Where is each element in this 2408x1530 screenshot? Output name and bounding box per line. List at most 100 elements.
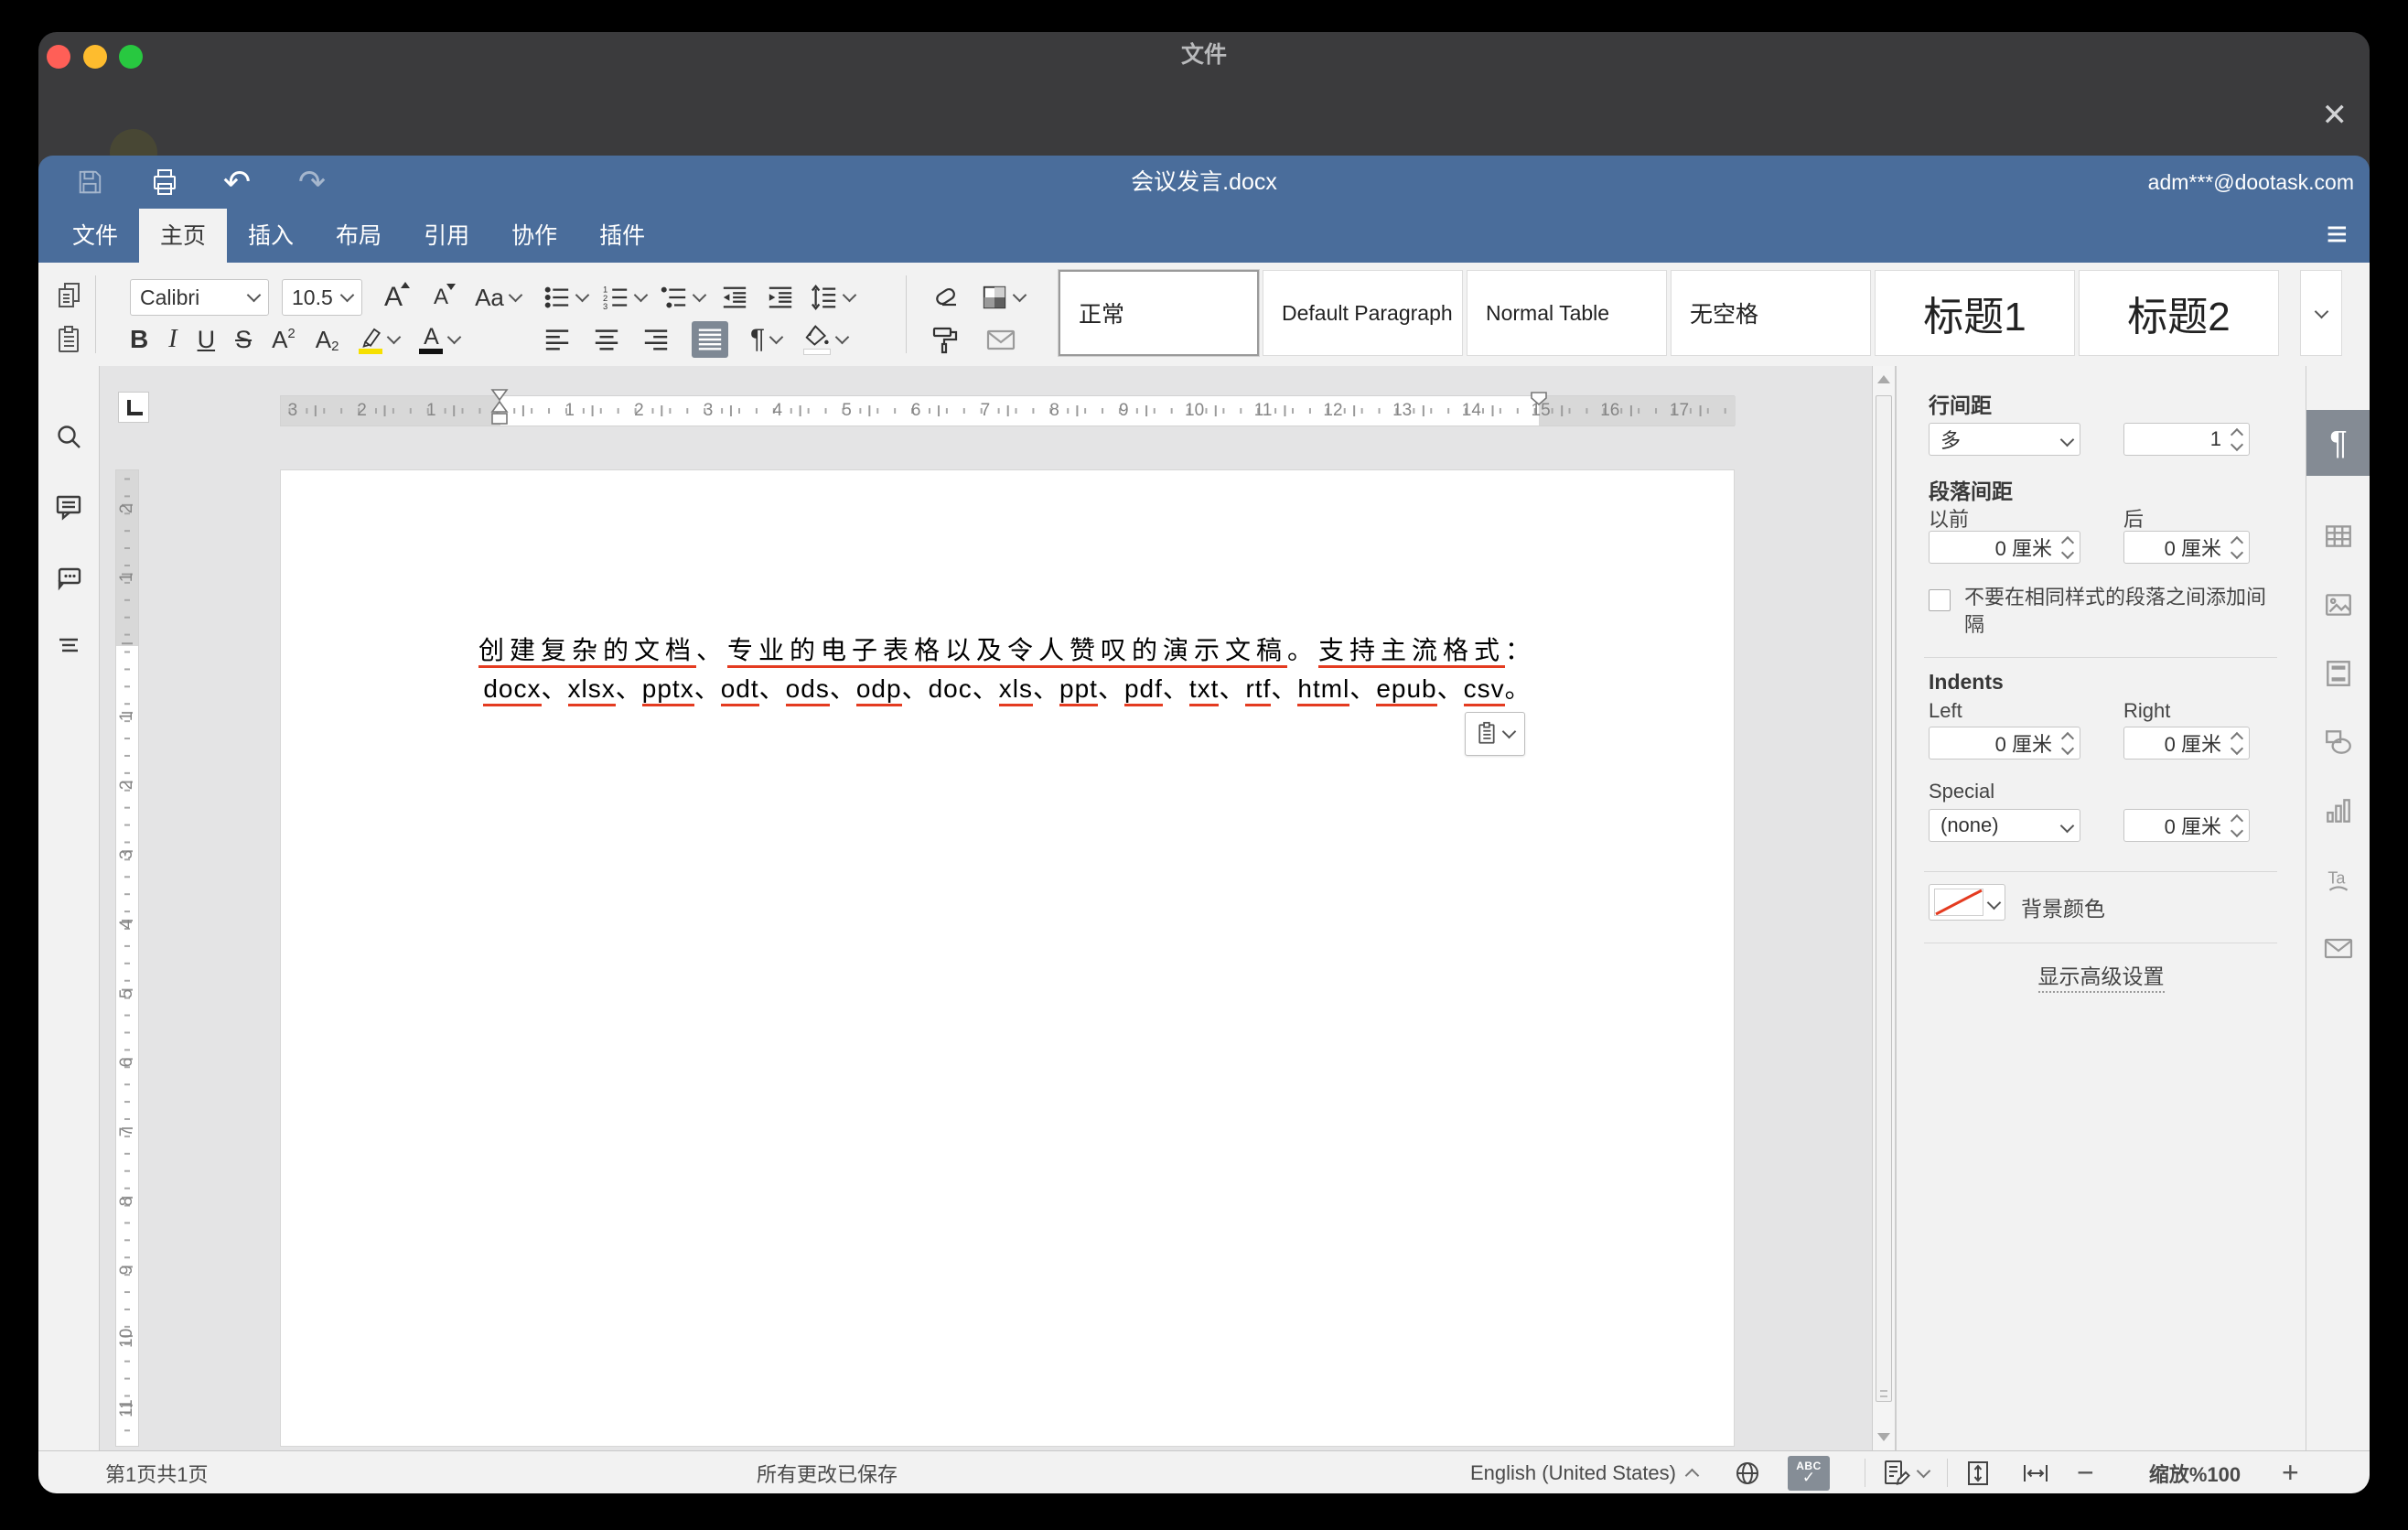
language-select[interactable]: English (United States) bbox=[1470, 1451, 1697, 1493]
paste-button[interactable] bbox=[55, 319, 84, 360]
align-right-button[interactable] bbox=[642, 320, 670, 359]
line-spacing-type-select[interactable]: 多 bbox=[1929, 423, 2080, 456]
italic-button[interactable]: I bbox=[168, 320, 177, 359]
image-settings-tab[interactable] bbox=[2306, 579, 2370, 630]
chat-button[interactable] bbox=[54, 562, 83, 591]
increase-font-button[interactable]: A bbox=[375, 278, 412, 317]
tab-item[interactable]: 插入 bbox=[227, 209, 315, 263]
no-space-checkbox[interactable] bbox=[1929, 589, 1951, 611]
align-left-button[interactable] bbox=[543, 320, 571, 359]
decrease-indent-button[interactable] bbox=[719, 278, 750, 317]
tab-stop-selector[interactable] bbox=[118, 392, 149, 423]
multilevel-list-button[interactable] bbox=[661, 278, 704, 317]
vertical-scrollbar[interactable] bbox=[1872, 366, 1896, 1450]
superscript-button[interactable]: A 2 bbox=[272, 320, 296, 359]
tab-item[interactable]: 文件 bbox=[51, 209, 139, 263]
spinner-arrows[interactable] bbox=[2232, 538, 2241, 557]
bullet-list-button[interactable] bbox=[543, 278, 587, 317]
tab-item[interactable]: 布局 bbox=[315, 209, 403, 263]
style-preview[interactable]: 标题1 bbox=[1875, 270, 2075, 356]
special-select[interactable]: (none) bbox=[1929, 809, 2080, 842]
document-line[interactable]: 创建复杂的文档、专业的电子表格以及令人赞叹的演示文稿。支持主流格式： bbox=[281, 631, 1734, 670]
mail-merge-button[interactable] bbox=[983, 320, 1019, 359]
special-amount-spinner[interactable]: 0 厘米 bbox=[2123, 809, 2250, 842]
fit-width-button[interactable] bbox=[2020, 1451, 2051, 1493]
clear-style-button[interactable] bbox=[928, 278, 962, 317]
style-preview[interactable]: Default Paragraph bbox=[1263, 270, 1463, 356]
vertical-ruler[interactable]: 211234567891011 bbox=[115, 469, 139, 1447]
document-page[interactable]: 创建复杂的文档、专业的电子表格以及令人赞叹的演示文稿。支持主流格式：docx、x… bbox=[280, 469, 1735, 1447]
strikethrough-button[interactable]: S bbox=[235, 320, 252, 359]
style-preview[interactable]: 标题2 bbox=[2079, 270, 2279, 356]
align-center-button[interactable] bbox=[593, 320, 620, 359]
indent-marker[interactable] bbox=[490, 388, 509, 434]
style-preview[interactable]: 正常 bbox=[1059, 270, 1259, 356]
paragraph-settings-tab[interactable]: ¶ bbox=[2306, 410, 2370, 476]
right-indent-marker[interactable] bbox=[1530, 391, 1548, 407]
tab-item[interactable]: 主页 bbox=[139, 209, 227, 263]
copy-style-button[interactable] bbox=[928, 320, 962, 359]
copy-button[interactable] bbox=[55, 275, 84, 316]
zoom-out-button[interactable]: − bbox=[2077, 1451, 2094, 1493]
paste-options-button[interactable] bbox=[1465, 712, 1525, 756]
font-name-select[interactable]: Calibri bbox=[130, 279, 269, 316]
spacing-before-spinner[interactable]: 0 厘米 bbox=[1929, 531, 2080, 564]
background-color-picker[interactable] bbox=[1929, 884, 2005, 921]
scroll-up-icon[interactable] bbox=[1877, 375, 1890, 383]
decrease-font-button[interactable]: A bbox=[425, 278, 457, 317]
bold-button[interactable]: B bbox=[130, 320, 148, 359]
navigation-button[interactable] bbox=[54, 631, 83, 661]
shape-settings-tab[interactable] bbox=[2306, 717, 2370, 768]
chart-settings-tab[interactable] bbox=[2306, 785, 2370, 836]
fit-page-button[interactable] bbox=[1963, 1451, 1993, 1493]
increase-indent-button[interactable] bbox=[765, 278, 796, 317]
redo-button[interactable]: ↷ bbox=[296, 156, 328, 209]
spinner-arrows[interactable] bbox=[2063, 734, 2072, 753]
justify-button[interactable] bbox=[692, 321, 728, 358]
zoom-in-button[interactable]: + bbox=[2282, 1451, 2299, 1493]
advanced-settings-link[interactable]: 显示高级设置 bbox=[1897, 959, 2306, 990]
line-spacing-value-spinner[interactable]: 1 bbox=[2123, 423, 2250, 456]
spacing-after-spinner[interactable]: 0 厘米 bbox=[2123, 531, 2250, 564]
style-preview[interactable]: Normal Table bbox=[1467, 270, 1667, 356]
track-changes-button[interactable] bbox=[1881, 1451, 1929, 1493]
comments-button[interactable] bbox=[54, 492, 83, 522]
close-icon[interactable]: ✕ bbox=[2322, 100, 2349, 131]
spinner-arrows[interactable] bbox=[2232, 734, 2241, 753]
zoom-level[interactable]: 缩放%100 bbox=[2135, 1451, 2254, 1493]
font-color-button[interactable]: A bbox=[419, 320, 459, 359]
nonprinting-chars-button[interactable]: ¶ bbox=[750, 320, 781, 359]
numbered-list-button[interactable]: 123 bbox=[602, 278, 646, 317]
subscript-button[interactable]: A 2 bbox=[316, 320, 339, 359]
tab-item[interactable]: 协作 bbox=[490, 209, 578, 263]
indent-left-spinner[interactable]: 0 厘米 bbox=[1929, 727, 2080, 760]
paragraph-shading-button[interactable] bbox=[803, 320, 847, 359]
tab-item[interactable]: 引用 bbox=[403, 209, 490, 263]
underline-button[interactable]: U bbox=[198, 320, 216, 359]
header-footer-settings-tab[interactable] bbox=[2306, 648, 2370, 699]
spellcheck-button[interactable]: ABC ✓ bbox=[1788, 1456, 1830, 1491]
page-info[interactable]: 第1页共1页 bbox=[105, 1451, 208, 1493]
document-line[interactable]: docx、xlsx、pptx、odt、ods、odp、doc、xls、ppt、p… bbox=[281, 670, 1734, 708]
search-button[interactable] bbox=[54, 423, 83, 452]
style-preview[interactable]: 无空格 bbox=[1671, 270, 1871, 356]
scroll-down-icon[interactable] bbox=[1877, 1433, 1890, 1441]
indent-right-spinner[interactable]: 0 厘米 bbox=[2123, 727, 2250, 760]
scrollbar-thumb[interactable] bbox=[1876, 395, 1892, 1402]
font-size-select[interactable]: 10.5 bbox=[282, 279, 362, 316]
table-settings-tab[interactable] bbox=[2306, 511, 2370, 562]
spinner-arrows[interactable] bbox=[2063, 538, 2072, 557]
tab-item[interactable]: 插件 bbox=[578, 209, 666, 263]
shading-button[interactable] bbox=[981, 278, 1025, 317]
mail-merge-settings-tab[interactable] bbox=[2306, 922, 2370, 974]
text-art-settings-tab[interactable]: Ta bbox=[2306, 854, 2370, 905]
line-spacing-button[interactable] bbox=[811, 278, 855, 317]
menu-icon[interactable]: ≡ bbox=[2327, 209, 2348, 263]
document-language-button[interactable] bbox=[1733, 1451, 1762, 1493]
styles-more-button[interactable] bbox=[2300, 270, 2342, 356]
change-case-button[interactable]: Aa bbox=[470, 278, 525, 317]
spinner-arrows[interactable] bbox=[2232, 430, 2241, 449]
undo-button[interactable]: ↶ bbox=[221, 156, 253, 209]
spinner-arrows[interactable] bbox=[2232, 816, 2241, 835]
highlight-color-button[interactable] bbox=[359, 320, 399, 359]
